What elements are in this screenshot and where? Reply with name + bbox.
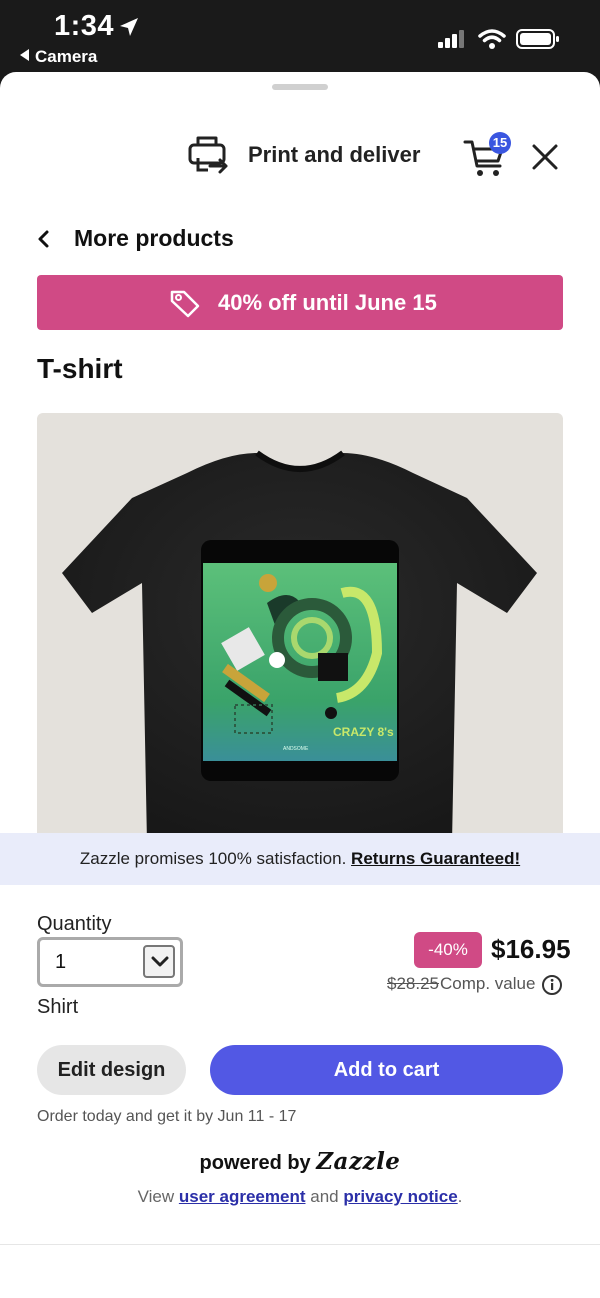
price-tag-icon xyxy=(170,290,200,318)
bottom-sheet: Print and deliver 15 More products 40% o… xyxy=(0,72,600,1298)
cellular-signal-icon xyxy=(438,30,464,48)
chevron-left-icon xyxy=(38,230,49,248)
legal-and: and xyxy=(310,1187,339,1206)
design-caption: CRAZY 8's xyxy=(333,725,394,739)
original-price: $28.25 xyxy=(387,974,439,993)
powered-by: powered by Zazzle xyxy=(0,1148,600,1175)
back-triangle-icon xyxy=(20,49,29,61)
product-image[interactable]: CRAZY 8's ANDSOME xyxy=(37,413,563,843)
footer-divider xyxy=(0,1244,600,1245)
sheet-header: Print and deliver 15 xyxy=(0,128,600,184)
location-arrow-icon xyxy=(120,18,138,36)
powered-by-prefix: powered by xyxy=(199,1152,311,1174)
user-agreement-link[interactable]: user agreement xyxy=(179,1187,306,1206)
sheet-grabber[interactable] xyxy=(272,84,328,90)
back-to-app-link[interactable]: Camera xyxy=(20,47,97,67)
close-icon[interactable] xyxy=(528,140,562,174)
promo-banner: 40% off until June 15 xyxy=(37,275,563,330)
privacy-notice-link[interactable]: privacy notice xyxy=(343,1187,457,1206)
quantity-select[interactable]: 1 xyxy=(37,937,183,987)
tshirt-illustration: CRAZY 8's ANDSOME xyxy=(62,450,537,843)
product-title: T-shirt xyxy=(37,353,123,384)
legal-links: View user agreement and privacy notice. xyxy=(0,1187,600,1207)
discount-badge: -40% xyxy=(414,932,482,968)
printer-icon xyxy=(188,136,228,174)
wifi-icon xyxy=(478,29,506,49)
status-bar: 1:34 Camera xyxy=(0,0,600,72)
header-title: Print and deliver xyxy=(248,142,421,167)
battery-icon xyxy=(516,29,559,49)
edit-design-button[interactable]: Edit design xyxy=(37,1045,186,1095)
variant-label: Shirt xyxy=(37,996,79,1018)
cart-count-badge: 15 xyxy=(489,132,511,154)
promo-text: 40% off until June 15 xyxy=(218,290,437,315)
info-icon[interactable] xyxy=(541,974,563,996)
quantity-dropdown-button[interactable] xyxy=(143,945,175,978)
quantity-value: 1 xyxy=(55,951,67,973)
returns-guaranteed-link[interactable]: Returns Guaranteed! xyxy=(351,849,520,868)
quantity-label: Quantity xyxy=(37,913,112,935)
design-signature: ANDSOME xyxy=(283,746,309,752)
more-products-label: More products xyxy=(74,225,234,251)
chevron-down-icon xyxy=(151,956,169,967)
delivery-estimate: Order today and get it by Jun 11 - 17 xyxy=(37,1108,297,1125)
sale-price: $16.95 xyxy=(491,934,571,964)
satisfaction-text: Zazzle promises 100% satisfaction. xyxy=(79,849,347,868)
legal-prefix: View xyxy=(137,1187,175,1206)
zazzle-logo: Zazzle xyxy=(316,1148,401,1175)
comp-value-label: Comp. value xyxy=(440,974,536,993)
add-to-cart-button[interactable]: Add to cart xyxy=(210,1045,563,1095)
back-app-label: Camera xyxy=(35,47,98,66)
satisfaction-banner: Zazzle promises 100% satisfaction. Retur… xyxy=(0,833,600,885)
status-time: 1:34 xyxy=(54,10,115,42)
legal-period: . xyxy=(457,1187,463,1206)
